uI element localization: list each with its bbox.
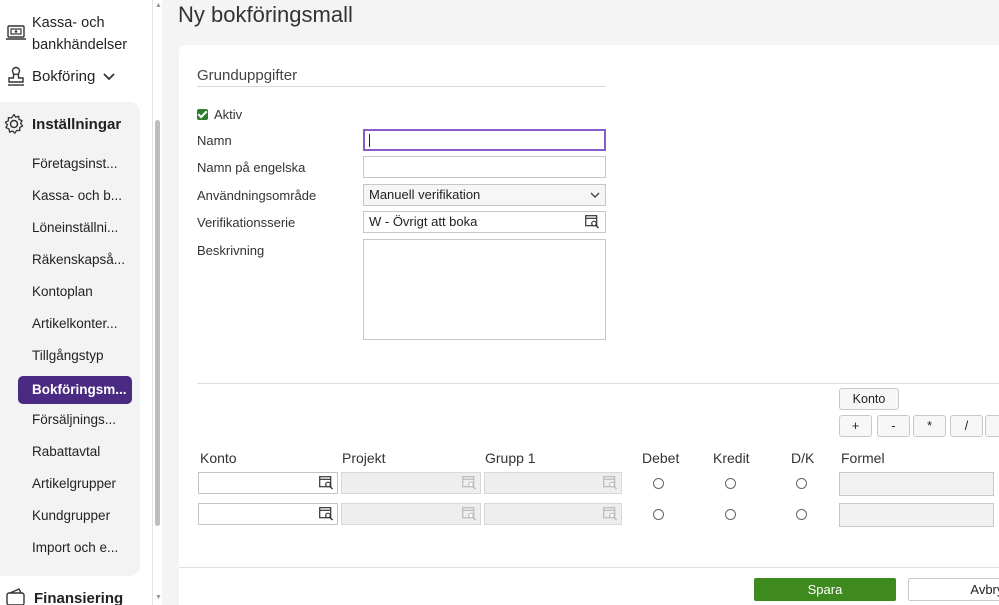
nav-item-finansiering[interactable]: Finansiering — [4, 586, 123, 605]
verifikationsserie-value: W - Övrigt att boka — [369, 214, 478, 229]
grupp1-input — [484, 503, 622, 525]
anvandningsomrade-select[interactable]: Manuell verifikation — [363, 184, 606, 206]
sidebar-subitem[interactable]: Tillgångstyp — [32, 348, 104, 363]
nav-label-finansiering: Finansiering — [34, 589, 124, 605]
formula-plus-button[interactable]: + — [839, 415, 872, 437]
sidebar-subitem[interactable]: Löneinställni... — [32, 220, 118, 235]
wallet-icon — [4, 586, 28, 605]
projekt-input — [341, 472, 481, 494]
namn-engelska-label: Namn på engelska — [197, 160, 306, 175]
column-header-projekt: Projekt — [342, 450, 386, 466]
nav-item-installningar[interactable]: Inställningar — [2, 112, 121, 136]
scroll-down-icon[interactable]: ▼ — [155, 594, 162, 601]
konto-input[interactable] — [198, 503, 338, 525]
column-header-kredit: Kredit — [713, 450, 750, 466]
formel-input[interactable] — [839, 472, 994, 496]
konto-input[interactable] — [198, 472, 338, 494]
sidebar-subitem[interactable]: Artikelkonter... — [32, 316, 118, 331]
lookup-icon — [462, 476, 477, 493]
formel-input[interactable] — [839, 503, 994, 527]
dk-radio[interactable] — [796, 478, 807, 489]
lookup-icon — [462, 507, 477, 524]
lookup-icon[interactable] — [319, 476, 334, 493]
scroll-up-icon[interactable]: ▲ — [155, 2, 162, 9]
nav-item-bokforing[interactable]: Bokföring — [4, 64, 116, 88]
formula-divide-button[interactable]: / — [950, 415, 983, 437]
debet-radio[interactable] — [653, 509, 664, 520]
section-divider — [197, 86, 606, 87]
main-content: Ny bokföringsmall Grunduppgifter Aktiv N… — [162, 0, 999, 605]
grupp1-input — [484, 472, 622, 494]
sidebar-subitem[interactable]: Kassa- och b... — [32, 188, 122, 203]
projekt-input — [341, 503, 481, 525]
section-divider-2 — [197, 383, 999, 384]
cancel-button[interactable]: Avbryt — [908, 578, 999, 601]
formula-minus-button[interactable]: - — [877, 415, 910, 437]
footer-divider — [179, 567, 999, 568]
verifikationsserie-label: Verifikationsserie — [197, 215, 296, 230]
kredit-radio[interactable] — [725, 478, 736, 489]
lookup-icon — [603, 476, 618, 493]
settings-group: Inställningar — [0, 102, 140, 576]
kredit-radio[interactable] — [725, 509, 736, 520]
nav-label-installningar: Inställningar — [32, 115, 122, 133]
beskrivning-textarea[interactable] — [363, 239, 606, 340]
scrollbar-thumb[interactable] — [155, 120, 160, 526]
sidebar-subitem[interactable]: Bokföringsm... — [18, 376, 132, 404]
stamp-icon — [4, 64, 28, 88]
nav-label-bokforing: Bokföring — [32, 67, 96, 85]
gear-icon — [2, 112, 26, 136]
formula-extra-button[interactable] — [985, 415, 999, 437]
save-button[interactable]: Spara — [754, 578, 896, 601]
beskrivning-label: Beskrivning — [197, 243, 265, 258]
lookup-icon[interactable] — [585, 215, 600, 235]
namn-engelska-input[interactable] — [363, 156, 606, 178]
text-caret — [369, 134, 370, 148]
sidebar: Kassa- och bankhändelser Bokföring Instä… — [0, 0, 152, 605]
nav-label-kassa-2: bankhändelser — [32, 37, 128, 53]
sidebar-subitem[interactable]: Kundgrupper — [32, 508, 110, 523]
formula-konto-button[interactable]: Konto — [839, 388, 899, 410]
anvandningsomrade-label: Användningsområde — [197, 188, 317, 203]
namn-label: Namn — [197, 133, 232, 148]
column-header-grupp1: Grupp 1 — [485, 450, 536, 466]
chevron-down-icon — [590, 188, 600, 208]
page-title: Ny bokföringsmall — [178, 2, 353, 27]
sidebar-subitem[interactable]: Artikelgrupper — [32, 476, 116, 491]
section-title: Grunduppgifter — [197, 67, 298, 84]
column-header-konto: Konto — [200, 450, 237, 466]
column-header-formel: Formel — [841, 450, 885, 466]
sidebar-subitem[interactable]: Kontoplan — [32, 284, 93, 299]
aktiv-checkbox[interactable] — [197, 109, 208, 120]
aktiv-label: Aktiv — [214, 107, 243, 122]
dk-radio[interactable] — [796, 509, 807, 520]
lookup-icon[interactable] — [319, 507, 334, 524]
anvandningsomrade-value: Manuell verifikation — [369, 187, 481, 202]
lookup-icon — [603, 507, 618, 524]
sidebar-subitem[interactable]: Rabattavtal — [32, 444, 100, 459]
nav-label-kassa-1: Kassa- och — [32, 15, 105, 31]
sidebar-subitem[interactable]: Företagsinst... — [32, 156, 118, 171]
sidebar-subitem[interactable]: Försäljnings... — [32, 412, 116, 427]
form-card: Grunduppgifter Aktiv Namn Namn på engels… — [179, 45, 999, 605]
chevron-down-icon — [103, 69, 116, 84]
column-header-debet: Debet — [642, 450, 680, 466]
formula-multiply-button[interactable]: * — [913, 415, 946, 437]
cash-register-icon — [4, 20, 28, 44]
sidebar-subitem[interactable]: Räkenskapså... — [32, 252, 125, 267]
sidebar-subitem[interactable]: Import och e... — [32, 540, 118, 555]
sidebar-scrollbar[interactable]: ▲ ▼ — [152, 0, 162, 605]
verifikationsserie-input[interactable]: W - Övrigt att boka — [363, 211, 606, 233]
column-header-dk: D/K — [791, 450, 815, 466]
debet-radio[interactable] — [653, 478, 664, 489]
namn-input[interactable] — [363, 129, 606, 151]
